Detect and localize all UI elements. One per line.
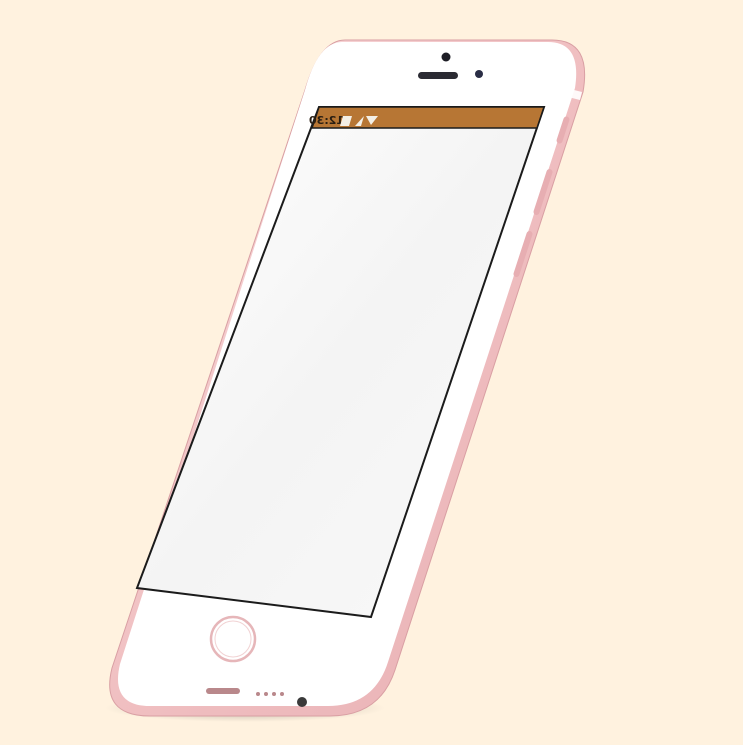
status-time: 12:30 [309,114,344,127]
mockup-scene: 12:30 [0,0,743,745]
phone-mockup: 12:30 [105,39,586,722]
proximity-sensor [475,70,483,78]
home-button[interactable] [209,615,257,663]
front-camera-icon [441,52,451,62]
headphone-jack [297,697,307,707]
lightning-port [206,688,240,694]
earpiece-speaker [418,72,458,79]
